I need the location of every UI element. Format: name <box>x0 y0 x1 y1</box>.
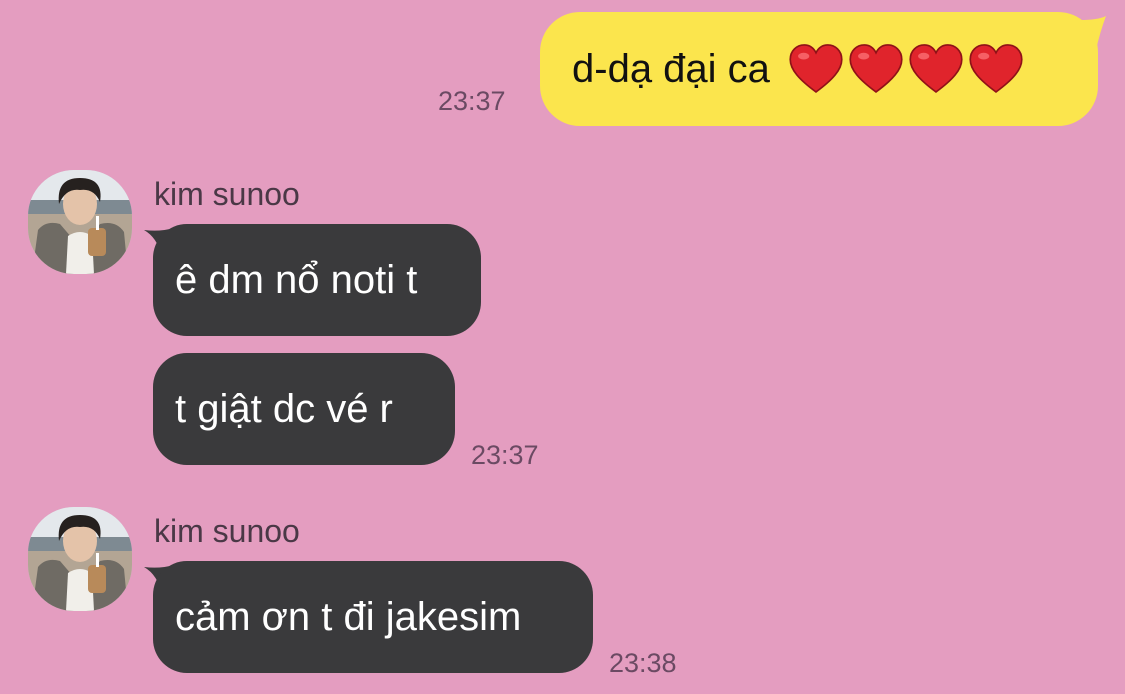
outgoing-message-bubble[interactable]: d-dạ đại ca <box>540 12 1098 126</box>
profile-photo <box>28 170 132 274</box>
red-heart-icon <box>789 44 843 94</box>
sender-avatar[interactable] <box>28 170 132 274</box>
message-timestamp: 23:38 <box>609 648 677 678</box>
red-heart-icon <box>849 44 903 94</box>
red-heart-icon <box>909 44 963 94</box>
message-text: d-dạ đại ca <box>572 47 770 91</box>
incoming-message-bubble[interactable]: cảm ơn t đi jakesim <box>153 561 593 673</box>
message-timestamp: 23:37 <box>471 440 539 470</box>
message-text: cảm ơn t đi jakesim <box>175 595 522 639</box>
message-timestamp: 23:37 <box>438 86 506 116</box>
message-text: ê dm nổ noti t <box>175 258 418 302</box>
red-heart-icon <box>969 44 1023 94</box>
profile-photo <box>28 507 132 611</box>
sender-name: kim sunoo <box>154 513 300 549</box>
incoming-message-bubble[interactable]: t giật dc vé r <box>153 353 455 465</box>
heart-emoji-group <box>788 41 1024 97</box>
sender-name: kim sunoo <box>154 176 300 212</box>
incoming-message-bubble[interactable]: ê dm nổ noti t <box>153 224 481 336</box>
chat-area[interactable]: 23:37 d-dạ đại ca kim sunoo ê dm nổ noti… <box>0 0 1125 694</box>
message-text: t giật dc vé r <box>175 387 393 431</box>
sender-avatar[interactable] <box>28 507 132 611</box>
